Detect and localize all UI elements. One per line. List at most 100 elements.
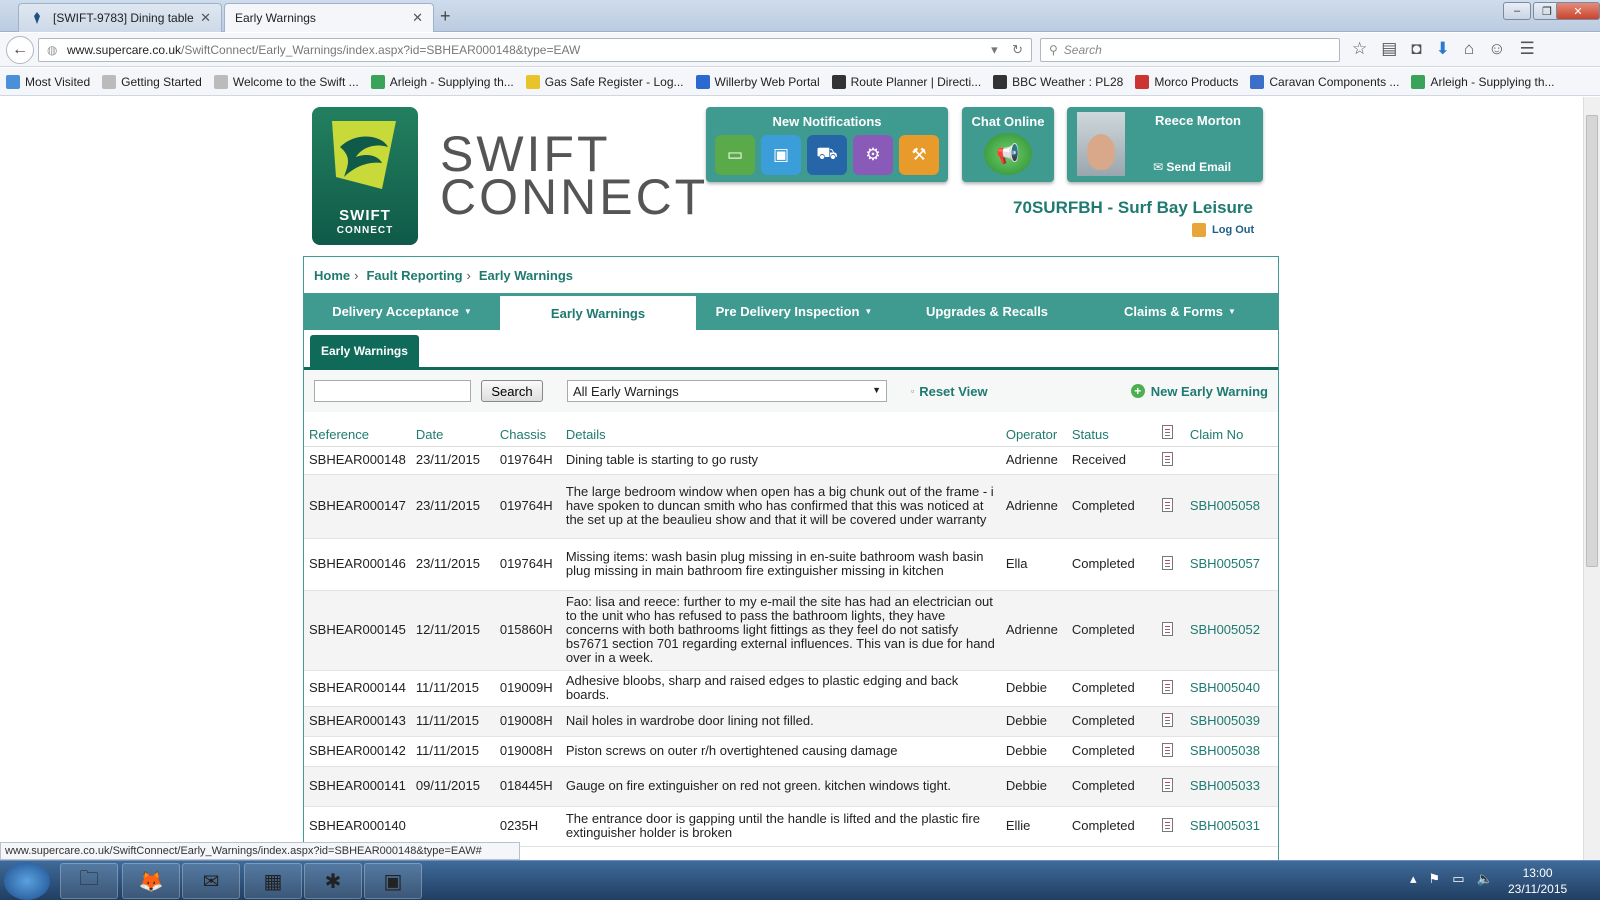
- cell-document[interactable]: [1156, 474, 1185, 539]
- col-reference[interactable]: Reference: [304, 418, 411, 447]
- cell-document[interactable]: [1156, 706, 1185, 737]
- network-icon[interactable]: ▭: [1452, 871, 1464, 887]
- cell-document[interactable]: [1156, 766, 1185, 807]
- reload-icon[interactable]: ▾ ↻: [991, 42, 1023, 58]
- cell-claim-no[interactable]: SBH005039: [1184, 706, 1278, 737]
- bookmark-item[interactable]: Morco Products: [1135, 74, 1238, 89]
- logout-link[interactable]: Log Out: [1192, 223, 1254, 237]
- document-icon[interactable]: [1161, 777, 1173, 792]
- cell-claim-no[interactable]: [1184, 446, 1278, 475]
- document-icon[interactable]: [1161, 451, 1173, 466]
- reading-list-icon[interactable]: ▤: [1381, 39, 1397, 59]
- table-row[interactable]: SBHEAR000146 23/11/2015 019764H Missing ite…: [304, 538, 1278, 591]
- table-row[interactable]: SBHEAR000143 11/11/2015 019008H Nail holes …: [304, 706, 1278, 737]
- cell-document[interactable]: [1156, 806, 1185, 847]
- document-icon[interactable]: [1161, 817, 1173, 832]
- bookmark-item[interactable]: Welcome to the Swift ...: [213, 74, 359, 89]
- cell-document[interactable]: [1156, 670, 1185, 707]
- table-row[interactable]: SBHEAR000142 11/11/2015 019008H Piston scre…: [304, 736, 1278, 767]
- cell-claim-no[interactable]: SBH005040: [1184, 670, 1278, 707]
- bookmark-item[interactable]: Route Planner | Directi...: [831, 74, 981, 89]
- bookmark-item[interactable]: Willerby Web Portal: [695, 74, 820, 89]
- home-icon[interactable]: ⌂: [1464, 39, 1474, 59]
- table-row[interactable]: SBHEAR000145 12/11/2015 015860H Fao: lisa a…: [304, 590, 1278, 671]
- outlook-icon[interactable]: ✉: [182, 863, 240, 899]
- breadcrumb-early-warnings[interactable]: Early Warnings: [479, 268, 573, 283]
- paint-app-icon[interactable]: ✱: [304, 863, 362, 899]
- scrollbar-thumb[interactable]: [1586, 115, 1598, 567]
- cell-claim-no[interactable]: SBH005031: [1184, 806, 1278, 847]
- back-arrow-icon[interactable]: ←: [6, 36, 34, 64]
- bookmark-item[interactable]: BBC Weather : PL28: [993, 74, 1123, 89]
- cell-claim-no[interactable]: SBH005038: [1184, 736, 1278, 767]
- nav-delivery-acceptance[interactable]: Delivery Acceptance ▼: [304, 293, 500, 330]
- pocket-icon[interactable]: ◘: [1411, 39, 1421, 59]
- calendar-app-icon[interactable]: ▦: [244, 863, 302, 899]
- cell-claim-no[interactable]: SBH005057: [1184, 538, 1278, 591]
- cell-document[interactable]: [1156, 538, 1185, 591]
- browser-tab-jira[interactable]: [SWIFT-9783] Dining table l... ✕: [18, 3, 222, 32]
- hello-icon[interactable]: ☺: [1488, 39, 1505, 59]
- swift-connect-logo[interactable]: SWIFT CONNECT: [312, 107, 418, 245]
- start-button[interactable]: [4, 862, 50, 900]
- cell-document[interactable]: [1156, 736, 1185, 767]
- bookmark-item[interactable]: Caravan Components ...: [1250, 74, 1399, 89]
- col-details[interactable]: Details: [560, 418, 1001, 447]
- bookmark-item[interactable]: Most Visited: [6, 74, 90, 89]
- col-date[interactable]: Date: [410, 418, 495, 447]
- computer-notification-icon[interactable]: ▣: [761, 135, 801, 175]
- minimize-icon[interactable]: –: [1503, 2, 1531, 20]
- search-input[interactable]: [314, 380, 471, 402]
- search-button[interactable]: Search: [481, 380, 543, 402]
- cell-claim-no[interactable]: SBH005058: [1184, 474, 1278, 539]
- document-icon[interactable]: [1161, 712, 1173, 727]
- cell-document[interactable]: [1156, 590, 1185, 671]
- close-icon[interactable]: ✕: [200, 10, 211, 26]
- document-icon[interactable]: [1161, 497, 1173, 512]
- table-row[interactable]: SBHEAR000141 09/11/2015 018445H Gauge on fi…: [304, 766, 1278, 807]
- breadcrumb-fault-reporting[interactable]: Fault Reporting: [366, 268, 462, 283]
- flag-icon[interactable]: ⚑: [1429, 871, 1441, 887]
- firefox-icon[interactable]: 🦊: [122, 863, 180, 899]
- clock[interactable]: 13:00 23/11/2015: [1508, 865, 1567, 897]
- download-icon[interactable]: ⬇: [1436, 39, 1450, 59]
- caravan-notification-icon[interactable]: ▭: [715, 135, 755, 175]
- nav-upgrades-recalls[interactable]: Upgrades & Recalls: [892, 293, 1082, 330]
- document-icon[interactable]: [1161, 621, 1173, 636]
- image-viewer-icon[interactable]: ▣: [364, 863, 422, 899]
- tray-arrow-icon[interactable]: ▴: [1410, 871, 1417, 887]
- nav-early-warnings[interactable]: Early Warnings: [500, 296, 696, 330]
- cell-claim-no[interactable]: SBH005052: [1184, 590, 1278, 671]
- bookmark-item[interactable]: Arleigh - Supplying th...: [370, 74, 514, 89]
- breadcrumb-home[interactable]: Home: [314, 268, 350, 283]
- tools-icon[interactable]: ⚒: [899, 135, 939, 175]
- table-row[interactable]: SBHEAR000144 11/11/2015 019009H Adhesive bl…: [304, 670, 1278, 707]
- url-bar[interactable]: ◍ www.supercare.co.uk/SwiftConnect/Early…: [38, 38, 1032, 62]
- bookmark-item[interactable]: Arleigh - Supplying th...: [1411, 74, 1555, 89]
- window-close-icon[interactable]: ✕: [1556, 2, 1600, 20]
- col-claim-no[interactable]: Claim No: [1184, 418, 1278, 447]
- nav-claims-forms[interactable]: Claims & Forms ▼: [1082, 293, 1278, 330]
- cell-claim-no[interactable]: SBH005033: [1184, 766, 1278, 807]
- browser-search-field[interactable]: ⚲ Search: [1040, 38, 1340, 62]
- document-icon[interactable]: [1161, 679, 1173, 694]
- send-email-link[interactable]: ✉ Send Email: [1153, 160, 1231, 174]
- page-scrollbar[interactable]: [1583, 97, 1600, 860]
- filter-select[interactable]: All Early Warnings ▼: [567, 380, 887, 402]
- menu-icon[interactable]: ☰: [1519, 39, 1534, 59]
- nav-pre-delivery-inspection[interactable]: Pre Delivery Inspection ▼: [696, 293, 892, 330]
- reset-view-link[interactable]: ▫ Reset View: [911, 384, 988, 399]
- col-operator[interactable]: Operator: [1000, 418, 1067, 447]
- bookmark-item[interactable]: Gas Safe Register - Log...: [525, 74, 684, 89]
- chat-online-panel[interactable]: Chat Online 📢: [962, 107, 1054, 182]
- table-row[interactable]: SBHEAR000148 23/11/2015 019764H Dining tabl…: [304, 446, 1278, 475]
- explorer-icon[interactable]: 🗀: [60, 863, 118, 899]
- delivery-truck-icon[interactable]: ⛟: [807, 135, 847, 175]
- settings-gear-icon[interactable]: ⚙: [853, 135, 893, 175]
- table-row[interactable]: SBHEAR000140 0235H The entrance door is ga…: [304, 806, 1278, 847]
- browser-tab-early-warnings[interactable]: Early Warnings ✕: [224, 3, 434, 32]
- document-icon[interactable]: [1161, 555, 1173, 570]
- table-row[interactable]: SBHEAR000147 23/11/2015 019764H The large b…: [304, 474, 1278, 539]
- star-icon[interactable]: ☆: [1352, 39, 1367, 59]
- bookmark-item[interactable]: Getting Started: [102, 74, 202, 89]
